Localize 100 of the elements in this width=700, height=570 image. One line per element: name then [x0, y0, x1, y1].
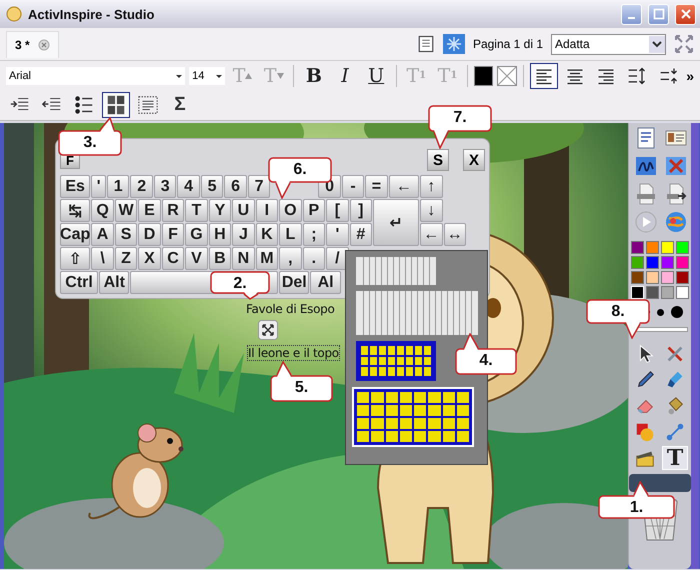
canvas-text[interactable]: Favole di Esopo: [245, 301, 336, 317]
key[interactable]: S: [114, 223, 138, 246]
snowflake-icon[interactable]: [442, 34, 465, 54]
key[interactable]: ↓: [420, 199, 443, 222]
keyboard-button[interactable]: [102, 92, 130, 118]
key[interactable]: H: [208, 223, 232, 246]
color-swatch[interactable]: [646, 241, 659, 254]
key[interactable]: [: [326, 199, 349, 222]
key[interactable]: P: [302, 199, 326, 222]
key[interactable]: ]: [350, 199, 372, 222]
align-left-button[interactable]: [530, 62, 558, 88]
text-tool-button[interactable]: T: [662, 446, 688, 470]
keyboard-thumbnail[interactable]: [356, 341, 436, 381]
key[interactable]: U: [232, 199, 255, 222]
format-button[interactable]: I: [331, 64, 359, 88]
key[interactable]: 2: [130, 175, 153, 198]
key[interactable]: 7: [248, 175, 270, 198]
color-swatch[interactable]: [646, 271, 659, 284]
key[interactable]: N: [232, 247, 255, 270]
canvas-text[interactable]: Il leone e il topo: [247, 345, 340, 361]
key[interactable]: \: [91, 247, 114, 270]
color-swatch[interactable]: [676, 286, 689, 299]
color-swatch[interactable]: [631, 241, 644, 254]
keyboard-thumbnail[interactable]: [356, 257, 436, 285]
signature-icon[interactable]: [634, 154, 658, 178]
key[interactable]: Ctrl: [60, 271, 98, 294]
more-button[interactable]: »: [686, 68, 694, 84]
key[interactable]: Cap: [60, 223, 90, 246]
key[interactable]: W: [114, 199, 138, 222]
color-swatch[interactable]: [646, 286, 659, 299]
key[interactable]: Y: [208, 199, 232, 222]
key[interactable]: M: [256, 247, 278, 270]
key[interactable]: J: [232, 223, 255, 246]
key[interactable]: Z: [114, 247, 138, 270]
key[interactable]: T: [185, 199, 208, 222]
key[interactable]: ;: [302, 223, 326, 246]
key[interactable]: C: [162, 247, 184, 270]
key[interactable]: V: [185, 247, 208, 270]
key[interactable]: 1: [106, 175, 130, 198]
key[interactable]: ←: [420, 223, 443, 246]
key[interactable]: -: [342, 175, 364, 198]
key[interactable]: Q: [91, 199, 114, 222]
close-icon[interactable]: [38, 38, 50, 50]
color-swatch[interactable]: [661, 241, 674, 254]
color-swatch[interactable]: [631, 271, 644, 284]
key[interactable]: K: [256, 223, 278, 246]
color-swatch[interactable]: [676, 271, 689, 284]
key[interactable]: Al: [310, 271, 341, 294]
color-swatch[interactable]: [661, 256, 674, 269]
key[interactable]: 4: [177, 175, 200, 198]
key[interactable]: ↵: [373, 199, 420, 246]
key[interactable]: Es: [60, 175, 90, 198]
tools-icon[interactable]: [664, 154, 688, 178]
key[interactable]: 6: [224, 175, 247, 198]
key[interactable]: 5: [200, 175, 224, 198]
page-arrow-icon[interactable]: [664, 182, 688, 206]
key[interactable]: L: [279, 223, 302, 246]
pen-size-dot[interactable]: [657, 308, 664, 316]
size-field[interactable]: 14: [189, 66, 226, 84]
key[interactable]: ': [91, 175, 106, 198]
color-swatch[interactable]: [631, 256, 644, 269]
format-button[interactable]: B: [300, 64, 328, 88]
keyboard-button[interactable]: X: [463, 149, 485, 171]
equation-button[interactable]: Σ: [166, 92, 194, 118]
zoom-dropdown[interactable]: Adatta: [551, 34, 666, 54]
key[interactable]: ↔: [444, 223, 466, 246]
fullscreen-icon[interactable]: [674, 34, 694, 54]
key[interactable]: ↑: [420, 175, 443, 198]
font-field[interactable]: Arial: [6, 66, 186, 84]
key[interactable]: A: [91, 223, 114, 246]
key[interactable]: I: [256, 199, 278, 222]
key[interactable]: ↹: [60, 199, 90, 222]
key[interactable]: ←: [388, 175, 420, 198]
color-swatch[interactable]: [646, 256, 659, 269]
color-swatch[interactable]: [661, 286, 674, 299]
key[interactable]: D: [138, 223, 161, 246]
key[interactable]: Del: [279, 271, 310, 294]
caret-icon[interactable]: [649, 36, 665, 52]
key[interactable]: 3: [154, 175, 176, 198]
key[interactable]: F: [162, 223, 184, 246]
key[interactable]: ': [326, 223, 349, 246]
keyboard-button[interactable]: S: [427, 149, 449, 171]
no-fill-swatch[interactable]: [497, 66, 518, 86]
keyboard-thumbnail[interactable]: [352, 387, 474, 447]
key[interactable]: =: [365, 175, 388, 198]
key[interactable]: B: [208, 247, 232, 270]
key[interactable]: E: [138, 199, 161, 222]
color-swatch[interactable]: [676, 241, 689, 254]
pen-size-dot[interactable]: [671, 306, 683, 318]
color-swatch[interactable]: [661, 271, 674, 284]
color-swatch[interactable]: [474, 66, 494, 86]
key[interactable]: .: [302, 247, 326, 270]
key[interactable]: X: [138, 247, 161, 270]
keyboard-thumbnail[interactable]: [356, 291, 478, 335]
key[interactable]: #: [350, 223, 372, 246]
color-swatch[interactable]: [676, 256, 689, 269]
key[interactable]: R: [162, 199, 184, 222]
play-icon[interactable]: [634, 210, 658, 234]
key[interactable]: ,: [279, 247, 302, 270]
format-button[interactable]: U: [362, 64, 390, 88]
